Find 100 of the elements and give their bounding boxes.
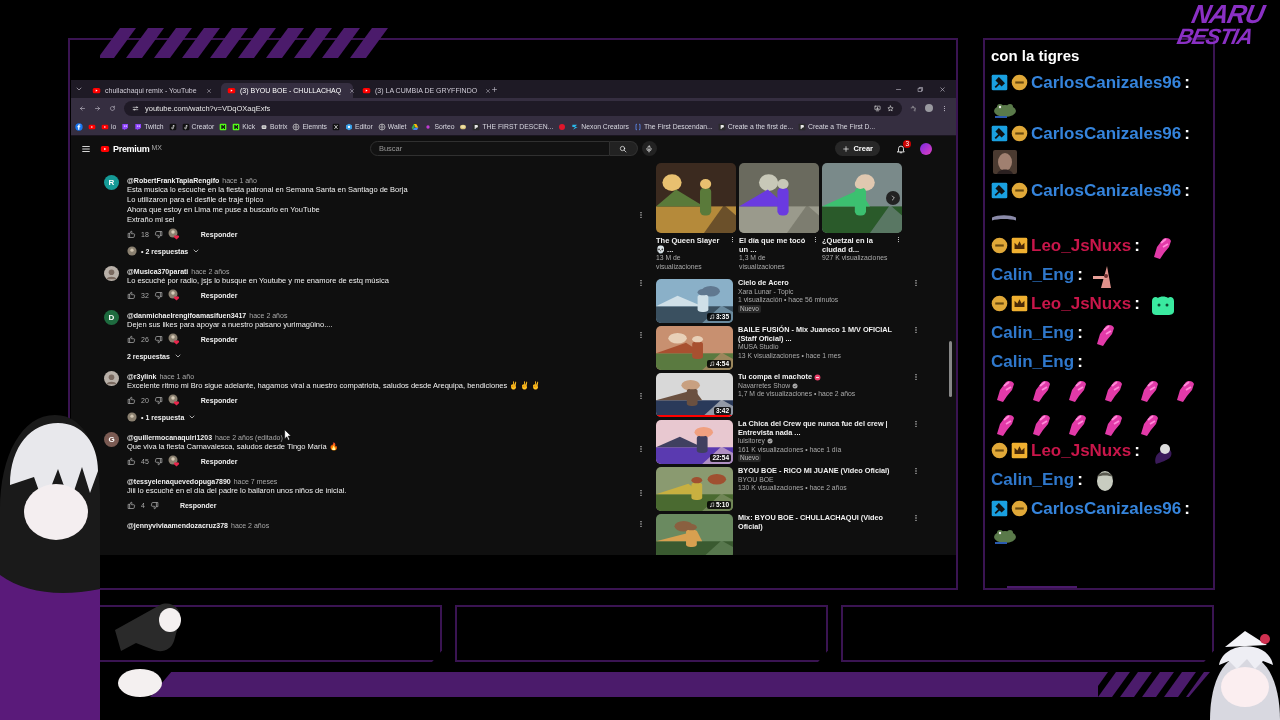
speech-bubble-icon	[134, 122, 143, 131]
search-button[interactable]	[609, 141, 638, 156]
more-icon	[637, 278, 645, 287]
triangle-logo-icon	[411, 122, 420, 131]
bracket-icon	[633, 122, 642, 131]
close-window-button[interactable]	[939, 85, 946, 93]
chat-username: Calin_Eng	[991, 351, 1075, 373]
facebook-icon	[75, 122, 83, 131]
separator: :	[1184, 72, 1190, 94]
brand-logo-text: NARU	[1189, 2, 1266, 27]
game-logo-icon	[798, 122, 807, 131]
thumbs-up-icon[interactable]	[127, 229, 136, 239]
more-icon	[912, 420, 920, 428]
thumbs-down-icon[interactable]	[153, 395, 163, 405]
close-tab-button[interactable]	[206, 87, 212, 94]
scrollbar-thumb[interactable]	[949, 341, 952, 397]
bookmark[interactable]	[75, 122, 83, 131]
user-avatar-icon	[127, 412, 137, 422]
bookmark[interactable]	[332, 122, 340, 131]
hexagon-icon	[345, 122, 353, 131]
thumbs-up-icon[interactable]	[127, 456, 136, 466]
back-button[interactable]	[79, 104, 86, 112]
more-icon	[637, 520, 645, 528]
game-logo-icon	[717, 122, 726, 131]
thumbs-down-icon[interactable]	[153, 229, 163, 239]
site-settings-icon[interactable]	[132, 104, 139, 112]
play-logo-icon	[101, 122, 109, 131]
chevron-down-icon	[75, 85, 83, 93]
chat-username: CarlosCanizales96	[1031, 123, 1182, 145]
globe-icon	[292, 122, 301, 131]
separator: :	[1184, 498, 1190, 520]
chat-username: Calin_Eng	[991, 322, 1075, 344]
more-icon	[637, 211, 645, 219]
chat-username: Leo_JsNuxs	[1031, 440, 1132, 462]
forward-button[interactable]	[94, 104, 101, 112]
coin-icon	[459, 122, 468, 131]
account-avatar[interactable]	[920, 142, 932, 155]
reload-button[interactable]	[109, 104, 116, 112]
thumbs-up-icon[interactable]	[127, 395, 136, 405]
close-icon	[485, 87, 492, 94]
restore-icon	[917, 85, 924, 93]
logo-text: Premium	[113, 143, 150, 154]
chat-username: CarlosCanizales96	[1031, 498, 1182, 520]
chat-username: Leo_JsNuxs	[1031, 293, 1132, 315]
profile-avatar[interactable]	[925, 104, 933, 112]
play-logo-icon	[88, 122, 96, 131]
chevron-right-icon	[889, 194, 897, 202]
close-tab-button[interactable]	[349, 87, 356, 94]
chevron-down-icon	[188, 413, 197, 421]
thumbs-down-icon[interactable]	[149, 500, 159, 510]
separator: :	[1184, 180, 1190, 202]
menu-button[interactable]	[81, 143, 91, 154]
restore-button[interactable]	[917, 85, 924, 93]
thumbs-down-icon[interactable]	[153, 290, 163, 300]
star-icon[interactable]	[887, 104, 894, 112]
more-icon	[637, 331, 645, 339]
speech-bubble-icon	[121, 122, 130, 131]
separator: :	[1134, 235, 1140, 257]
install-icon[interactable]	[874, 104, 881, 112]
extension-icon[interactable]	[910, 104, 917, 112]
separator: :	[1184, 123, 1190, 145]
bookmark[interactable]	[411, 122, 420, 131]
cursor-icon	[283, 429, 292, 441]
notifications-button[interactable]	[896, 143, 906, 154]
separator: :	[1077, 322, 1083, 344]
bookmark[interactable]	[219, 122, 228, 131]
game-logo-icon	[472, 122, 481, 131]
bell-icon	[896, 143, 906, 154]
user-avatar-icon	[104, 266, 119, 281]
bookmark[interactable]	[121, 122, 130, 131]
thumbs-down-icon[interactable]	[153, 334, 163, 344]
bookmark[interactable]	[459, 122, 468, 131]
thumbs-down-icon[interactable]	[153, 456, 163, 466]
separator: :	[1077, 264, 1083, 286]
new-tab-button[interactable]	[491, 85, 498, 93]
note-logo-icon	[168, 122, 177, 131]
more-icon	[912, 326, 920, 334]
user-avatar: D	[104, 310, 119, 325]
close-icon	[349, 87, 356, 94]
bookmark[interactable]	[88, 122, 96, 131]
menu-icon	[81, 143, 91, 154]
x-logo-icon	[332, 122, 340, 131]
user-avatar-icon	[104, 371, 119, 386]
more-icon	[912, 467, 920, 475]
thumbs-up-icon[interactable]	[127, 290, 136, 300]
block-logo-icon	[232, 122, 241, 131]
close-tab-button[interactable]	[485, 87, 492, 94]
chat-username: Calin_Eng	[991, 469, 1075, 491]
thumbs-up-icon[interactable]	[127, 500, 136, 510]
more-icon	[912, 514, 920, 522]
more-icon	[912, 373, 920, 381]
separator: :	[1077, 351, 1083, 373]
thumbs-up-icon[interactable]	[127, 334, 136, 344]
brand-logo-text: BESTIA	[1175, 26, 1255, 48]
bookmark[interactable]	[168, 122, 177, 131]
voice-search-button[interactable]	[641, 141, 657, 156]
separator: :	[1077, 469, 1083, 491]
tab-search-button[interactable]	[75, 85, 83, 93]
more-icon	[637, 444, 645, 453]
more-icon	[637, 392, 645, 400]
